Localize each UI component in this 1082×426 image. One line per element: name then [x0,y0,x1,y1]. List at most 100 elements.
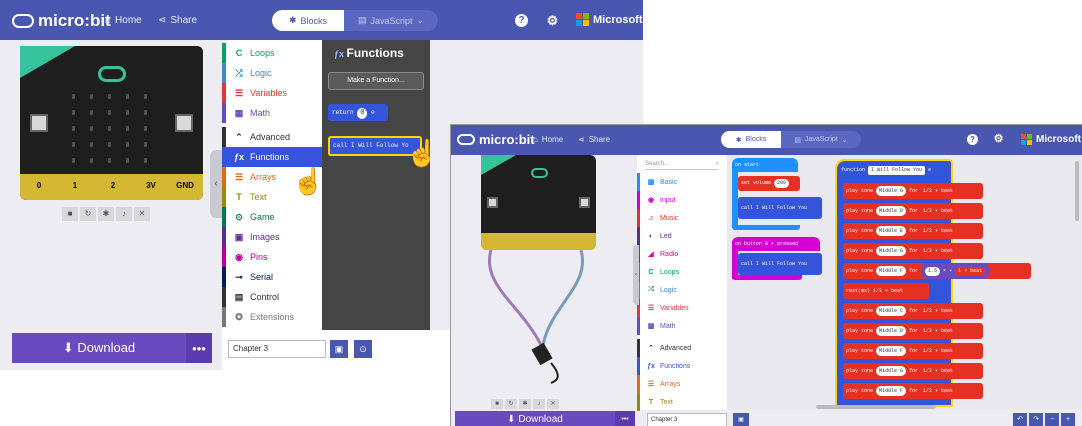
button-b[interactable] [175,114,193,132]
microbit-board-2[interactable] [481,155,596,250]
play-tone-block[interactable]: play tone Middle Gfor 1/2 ▾ beat [843,243,983,259]
restart-icon[interactable]: ↻ [80,207,96,221]
collapse-simulator-handle[interactable]: ‹ [210,150,222,218]
save-icon[interactable]: ▣ [330,340,348,358]
category-radio[interactable]: ◢ Radio [637,245,727,263]
note-field[interactable]: Middle G [876,246,907,256]
play-tone-block[interactable]: play tone Middle Efor 1/2 ▾ beat [843,223,983,239]
category-images[interactable]: ▣ Images [222,227,322,247]
pin-gnd[interactable]: GND [170,181,200,190]
mute-icon[interactable]: ♪ [116,207,132,221]
stop-icon[interactable]: ■ [62,207,78,221]
category-advanced[interactable]: ⌃ Advanced [222,127,322,147]
blocks-tab[interactable]: ✱ Blocks [272,10,344,31]
category-music[interactable]: ♫ Music [637,209,727,227]
note-field[interactable]: Middle D [876,326,907,336]
play-tone-block[interactable]: play tone Middle Ffor 1/2 ▾ beat [843,343,983,359]
mute-icon[interactable]: ♪ [533,399,545,409]
category-game[interactable]: ⊙ Game [222,207,322,227]
download-button[interactable]: ⬇ Download ••• [12,333,212,363]
return-value[interactable]: 0 [357,108,368,119]
workspace-2[interactable]: on start set volume 200 call I Will Foll… [727,155,1082,410]
on-button-block[interactable]: on button B ▾ pressed [732,237,820,251]
pin-0[interactable]: 0 [26,181,52,190]
category-logic[interactable]: ⤮ Logic [637,281,727,299]
category-pins[interactable]: ◉ Pins [222,247,322,267]
on-start-block[interactable]: on start [732,158,798,172]
blocks-tab-2[interactable]: ✱ Blocks [721,131,781,148]
note-field[interactable]: Middle F [876,386,907,396]
play-tone-block[interactable]: play tone Middle Cfor 1/2 ▾ beat [843,303,983,319]
microsoft-logo-2[interactable]: Microsoft [1021,134,1081,145]
pin-3v[interactable]: 3V [138,181,164,190]
category-input[interactable]: ◉ Input [637,191,727,209]
beat-dropdown[interactable]: 1/2 ▾ beat [923,348,953,354]
home-button[interactable]: ⌂ Home [105,15,142,26]
category-advanced[interactable]: ⌃ Advanced [637,339,727,357]
search-input[interactable]: Search... ⌕ [645,158,719,170]
vertical-scrollbar[interactable] [1075,161,1079,221]
horizontal-scrollbar[interactable] [816,405,936,409]
note-field[interactable]: Middle F [876,266,907,276]
minus-circle-icon[interactable]: ⊖ [928,167,931,173]
note-field[interactable]: Middle C [876,306,907,316]
minus-circle-icon[interactable]: ⊖ [371,109,375,116]
beat-dropdown[interactable]: 1/2 ▾ beat [923,248,953,254]
beat-dropdown[interactable]: 1/2 ▾ beat [923,308,953,314]
beat-dropdown[interactable]: 1/2 ▾ beat [923,208,953,214]
category-extensions[interactable]: ✪ Extensions [222,307,322,327]
rest-block[interactable]: rest(ms) 1/2 ▾ beat [843,283,929,299]
play-tone-block[interactable]: play tone Middle Gfor 1/2 ▾ beat [843,183,983,199]
category-variables[interactable]: ☰ Variables [222,83,322,103]
save-icon[interactable]: ▣ [733,413,749,426]
note-field[interactable]: Middle E [876,226,907,236]
redo-icon[interactable]: ↷ [1029,413,1043,426]
function-name-field[interactable]: I Will Follow You [868,166,926,175]
collapse-simulator-handle-2[interactable]: ‹ [633,245,639,305]
microsoft-logo[interactable]: Microsoft [576,13,643,26]
make-function-button[interactable]: Make a Function... [328,72,424,90]
project-name-input-2[interactable]: Chapter 3 [647,413,727,426]
beat-dropdown[interactable]: 1/2 ▾ beat [923,388,953,394]
help-icon[interactable]: ? [967,134,978,145]
beat-dropdown[interactable]: 1 ▾ beat [955,267,986,276]
debug-icon[interactable]: ✱ [98,207,114,221]
category-functions[interactable]: ƒx Functions [637,357,727,375]
note-field[interactable]: Middle G [876,366,907,376]
category-math[interactable]: ▦ Math [637,317,727,335]
github-icon[interactable]: ⊙ [354,340,372,358]
volume-value[interactable]: 200 [774,179,790,188]
stop-icon[interactable]: ■ [491,399,503,409]
fullscreen-icon[interactable]: ✕ [134,207,150,221]
category-control[interactable]: ▤ Control [222,287,322,307]
call-function-block-2[interactable]: call I Will Follow You [738,253,822,275]
multiplier-value[interactable]: 1.5 [925,267,941,276]
play-tone-block[interactable]: play tone Middle Gfor 1/2 ▾ beat [843,363,983,379]
call-function-block-1[interactable]: call I Will Follow You [738,197,822,219]
zoom-in-icon[interactable]: + [1061,413,1075,426]
category-basic[interactable]: ▦ Basic [637,173,727,191]
beat-dropdown[interactable]: 1/2 ▾ beat [923,328,953,334]
math-multiply-block[interactable]: 1.5 × ▾ 1 ▾ beat [921,263,990,279]
help-icon[interactable]: ? [515,14,528,27]
category-text[interactable]: T Text [637,393,727,411]
microbit-logo-2[interactable]: micro:bit [457,132,535,147]
restart-icon[interactable]: ↻ [505,399,517,409]
more-button[interactable]: ••• [186,333,212,363]
button-b-2[interactable] [579,197,590,208]
note-field[interactable]: Middle G [876,186,907,196]
category-variables[interactable]: ☰ Variables [637,299,727,317]
play-tone-block[interactable]: play tone Middle Dfor 1/2 ▾ beat [843,323,983,339]
beat-dropdown[interactable]: 1/2 ▾ beat [923,188,953,194]
beat-dropdown[interactable]: 1/2 ▾ beat [923,368,953,374]
note-field[interactable]: Middle D [876,206,907,216]
category-logic[interactable]: ⤮ Logic [222,63,322,83]
return-block[interactable]: return 0 ⊖ [328,104,388,121]
gear-icon[interactable]: ⚙ [546,14,559,27]
category-led[interactable]: ◐ Led [637,227,727,245]
download-button-2[interactable]: ⬇ Download ••• [455,411,635,426]
multiply-operator[interactable]: × ▾ [943,268,952,274]
pin-2[interactable]: 2 [100,181,126,190]
microbit-board[interactable]: 0 1 2 3V GND [20,46,203,200]
project-name-input[interactable]: Chapter 3 [228,340,326,358]
